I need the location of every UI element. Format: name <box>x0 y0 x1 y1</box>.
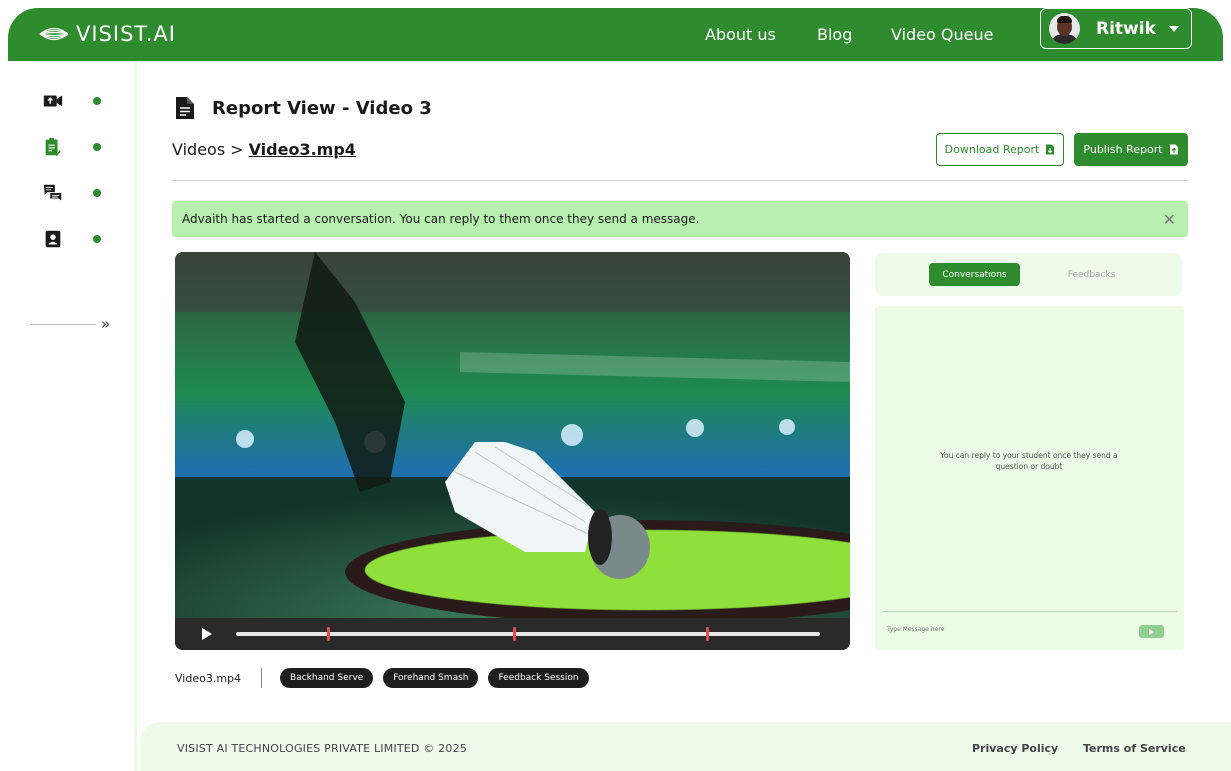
breadcrumb-separator: > <box>230 140 244 159</box>
page-title: Report View - Video 3 <box>212 97 432 119</box>
user-menu[interactable]: Ritwik <box>1040 8 1192 49</box>
breadcrumb: Videos > Video3.mp4 <box>172 140 356 159</box>
progress-track[interactable] <box>236 627 820 641</box>
conversation-panel: You can reply to your student once they … <box>875 306 1184 650</box>
video-meta: Video3.mp4 Backhand Serve Forehand Smash… <box>175 668 599 688</box>
timeline-marker-1[interactable] <box>327 627 330 641</box>
tab-feedbacks[interactable]: Feedbacks <box>1045 263 1138 286</box>
video-file-name: Video3.mp4 <box>175 671 242 685</box>
sidebar-item-profile[interactable] <box>42 227 112 251</box>
send-button[interactable] <box>1139 625 1164 638</box>
publish-report-label: Publish Report <box>1083 143 1163 156</box>
page-title-row: Report View - Video 3 <box>174 96 432 120</box>
sidebar-item-messages[interactable] <box>42 181 112 205</box>
breadcrumb-parent[interactable]: Videos <box>172 140 225 159</box>
header-divider <box>172 180 1188 181</box>
profile-icon <box>45 230 61 248</box>
tab-conversations[interactable]: Conversations <box>929 263 1020 286</box>
video-player[interactable] <box>175 252 850 650</box>
nav-blog-link[interactable]: Blog <box>817 25 852 44</box>
chevron-down-icon <box>1169 26 1179 32</box>
nav-video-queue-link[interactable]: Video Queue <box>891 25 993 44</box>
expand-sidebar-icon[interactable]: » <box>101 315 110 333</box>
conversation-alert: Advaith has started a conversation. You … <box>172 201 1188 237</box>
download-report-label: Download Report <box>944 143 1040 156</box>
privacy-policy-link[interactable]: Privacy Policy <box>972 742 1058 755</box>
footer: VISIST AI TECHNOLOGIES PRIVATE LIMITED ©… <box>140 722 1231 771</box>
download-report-button[interactable]: Download Report <box>936 133 1064 166</box>
panel-tabs: Conversations Feedbacks <box>875 253 1182 296</box>
breadcrumb-current[interactable]: Video3.mp4 <box>249 140 356 159</box>
publish-report-button[interactable]: Publish Report <box>1074 133 1188 166</box>
user-name: Ritwik <box>1096 18 1156 39</box>
timeline-marker-3[interactable] <box>706 627 709 641</box>
play-icon[interactable] <box>202 628 212 640</box>
footer-copyright: VISIST AI TECHNOLOGIES PRIVATE LIMITED ©… <box>177 742 467 755</box>
tag-chip[interactable]: Backhand Serve <box>280 668 374 688</box>
chat-divider <box>882 611 1177 612</box>
send-icon <box>1149 628 1154 635</box>
chat-icon <box>43 184 62 201</box>
publish-icon <box>1169 144 1178 155</box>
status-dot <box>93 143 101 151</box>
video-frame <box>175 252 850 650</box>
report-clipboard-icon <box>45 137 61 157</box>
sidebar-divider <box>30 324 96 325</box>
download-icon <box>1046 144 1055 155</box>
nav-about-link[interactable]: About us <box>705 25 776 44</box>
chat-empty-state: You can reply to your student once they … <box>940 451 1118 471</box>
top-header: VISIST.AI About us Blog Video Queue Ritw… <box>8 8 1223 61</box>
alert-message: Advaith has started a conversation. You … <box>182 212 700 226</box>
meta-divider <box>261 668 263 688</box>
video-upload-icon <box>43 95 63 107</box>
avatar <box>1049 13 1080 44</box>
message-input[interactable] <box>887 626 1087 633</box>
close-icon[interactable]: ✕ <box>1163 210 1176 229</box>
status-dot <box>93 97 101 105</box>
status-dot <box>93 189 101 197</box>
timeline-marker-2[interactable] <box>513 627 516 641</box>
sidebar: » <box>0 61 137 771</box>
tag-chip[interactable]: Forehand Smash <box>383 668 479 688</box>
tag-chip[interactable]: Feedback Session <box>488 668 589 688</box>
terms-of-service-link[interactable]: Terms of Service <box>1083 742 1186 755</box>
sidebar-item-upload[interactable] <box>42 89 112 113</box>
status-dot <box>93 235 101 243</box>
video-controls <box>175 618 850 650</box>
sidebar-item-reports[interactable] <box>42 135 112 159</box>
document-icon <box>176 97 194 119</box>
